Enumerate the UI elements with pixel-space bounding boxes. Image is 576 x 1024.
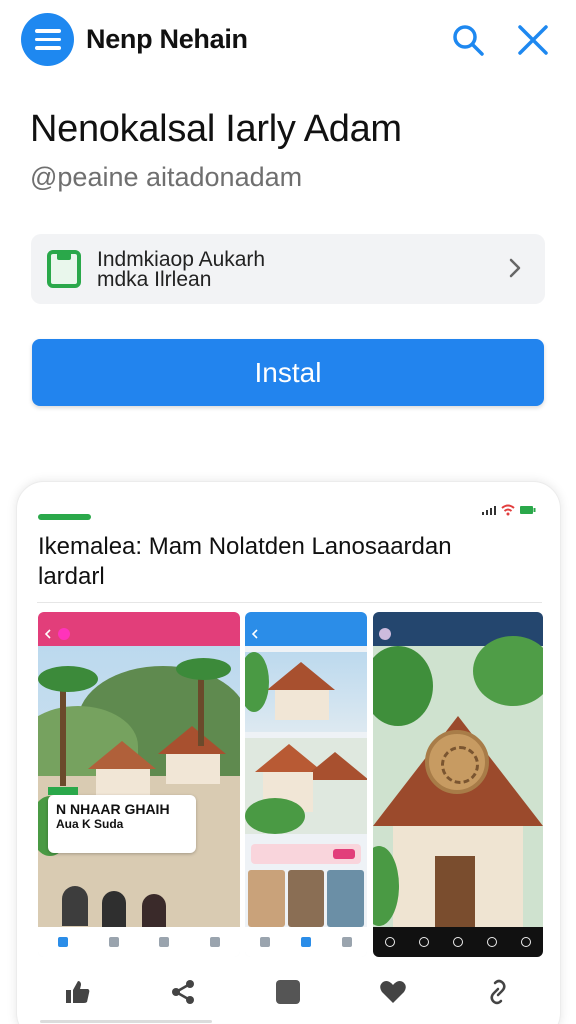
thumbnail[interactable] — [248, 870, 285, 927]
screenshots-card: Ikemalea: Mam Nolatden Lanosaardan larda… — [16, 481, 561, 1024]
back-icon — [251, 629, 258, 639]
pavilion-photo — [245, 652, 367, 732]
home-indicator — [40, 1020, 212, 1023]
bag-icon — [47, 250, 81, 288]
promo-card[interactable]: N NHAAR GHAIH Aua K Suda — [48, 787, 196, 853]
nav-icon — [209, 937, 220, 947]
avatar — [58, 628, 70, 640]
close-icon[interactable] — [513, 20, 553, 60]
install-button[interactable]: Instal — [32, 339, 544, 406]
thumbnail[interactable] — [327, 870, 365, 927]
info-line-1: Indmkiaop Aukarh — [97, 248, 266, 271]
info-line-2: mdka Ilrlean — [97, 268, 212, 291]
wifi-icon — [501, 504, 515, 516]
screenshot-2[interactable] — [245, 612, 367, 957]
promo-line-1: N NHAAR GHAIH — [56, 801, 170, 817]
avatar — [379, 628, 391, 640]
back-icon — [44, 629, 51, 639]
top-bar: Nenp Nehain — [0, 0, 576, 80]
hamburger-menu-icon[interactable] — [21, 13, 74, 66]
home-icon — [58, 937, 69, 947]
card-title: Ikemalea: Mam Nolatden Lanosaardan larda… — [38, 533, 452, 590]
share-icon[interactable] — [165, 974, 201, 1010]
square-icon[interactable] — [270, 974, 306, 1010]
info-row[interactable]: Indmkiaop Aukarh mdka Ilrlean — [31, 234, 545, 304]
battery-icon — [520, 506, 536, 514]
status-icons — [482, 504, 536, 516]
nav-icon — [159, 937, 170, 947]
bottom-action-bar — [60, 970, 516, 1014]
heart-icon[interactable] — [375, 974, 411, 1010]
screen-nav — [373, 927, 543, 957]
chevron-right-icon — [503, 256, 527, 280]
info-text: Indmkiaop Aukarh mdka Ilrlean — [97, 248, 266, 291]
medallion-ornament — [425, 730, 489, 794]
divider — [37, 602, 542, 603]
developer-handle[interactable]: @peaine aitadonadam — [30, 162, 302, 193]
thumbnail[interactable] — [287, 870, 325, 927]
action-pill[interactable] — [251, 844, 361, 864]
signal-icon — [482, 506, 496, 515]
screen-nav — [38, 927, 240, 957]
page-title: Nenokalsal Iarly Adam — [30, 108, 402, 150]
screen-nav — [245, 927, 367, 957]
screenshot-3[interactable] — [373, 612, 543, 957]
nav-icon — [108, 937, 119, 947]
temple-photo — [245, 738, 367, 834]
search-icon[interactable] — [448, 20, 488, 60]
accent-bar — [38, 514, 91, 520]
screenshot-gallery[interactable]: N NHAAR GHAIH Aua K Suda — [38, 612, 543, 957]
app-name: Nenp Nehain — [86, 24, 248, 54]
like-icon[interactable] — [60, 974, 96, 1010]
screenshot-1[interactable]: N NHAAR GHAIH Aua K Suda — [38, 612, 240, 957]
promo-line-2: Aua K Suda — [56, 817, 124, 831]
link-icon[interactable] — [480, 974, 516, 1010]
